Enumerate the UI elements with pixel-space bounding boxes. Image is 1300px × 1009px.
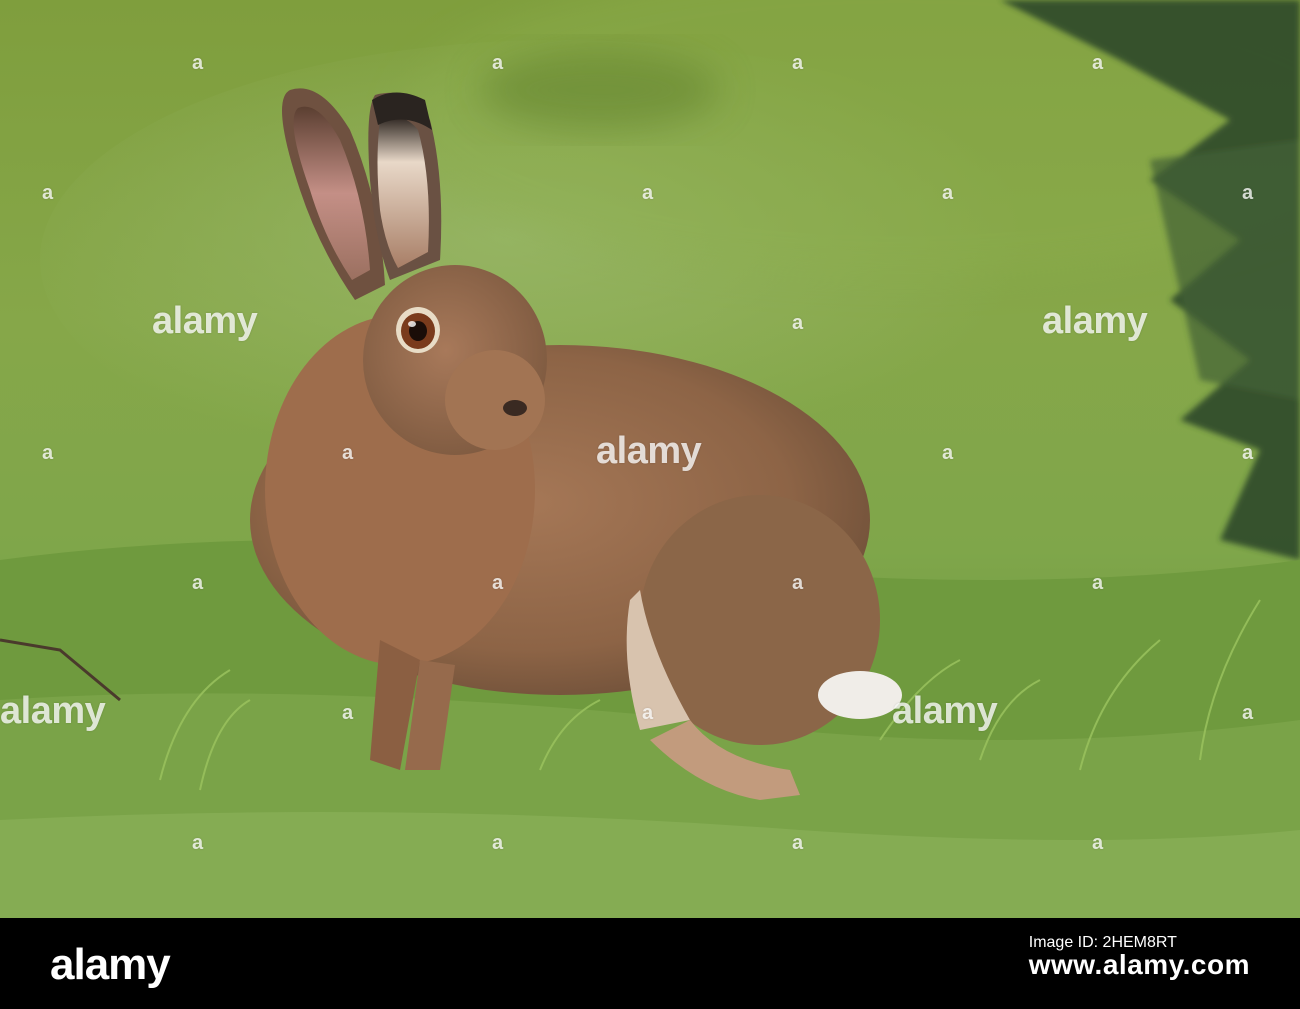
footer-bar: alamy Image ID: 2HEM8RT www.alamy.com [0, 918, 1300, 1009]
watermark-mark: a [1092, 572, 1103, 594]
watermark-text: alamy [0, 690, 106, 732]
watermark-mark: a [192, 572, 203, 594]
watermark-mark: a [792, 52, 803, 74]
watermark-mark: a [342, 442, 353, 464]
watermark-text: alamy [1042, 300, 1148, 342]
watermark-mark: a [1092, 832, 1103, 854]
hare-photo: a a a a a a a a alamy a alamy a a alamy … [0, 0, 1300, 918]
watermark-mark: a [942, 442, 953, 464]
watermark-mark: a [492, 572, 503, 594]
watermark-mark: a [942, 182, 953, 204]
watermark-mark: a [1242, 442, 1253, 464]
watermark-mark: a [42, 442, 53, 464]
watermark-mark: a [1242, 182, 1253, 204]
watermark-mark: a [792, 312, 803, 334]
watermark-mark: a [642, 182, 653, 204]
watermark-mark: a [792, 572, 803, 594]
watermark-mark: a [792, 832, 803, 854]
watermark-mark: a [492, 832, 503, 854]
watermark-mark: a [342, 702, 353, 724]
watermark-text: alamy [152, 300, 258, 342]
footer-logo: alamy [50, 940, 171, 989]
watermark-mark: a [492, 52, 503, 74]
watermark-mark: a [192, 52, 203, 74]
watermark-mark: a [1092, 52, 1103, 74]
watermark-text: alamy [892, 690, 998, 732]
watermark-mark: a [1242, 702, 1253, 724]
footer-meta: Image ID: 2HEM8RT www.alamy.com [1028, 932, 1250, 980]
watermark-mark: a [42, 182, 53, 204]
watermark-mark: a [642, 702, 653, 724]
watermark-mark: a [192, 832, 203, 854]
watermark-text: alamy [596, 430, 702, 472]
site-url: www.alamy.com [1028, 949, 1250, 980]
